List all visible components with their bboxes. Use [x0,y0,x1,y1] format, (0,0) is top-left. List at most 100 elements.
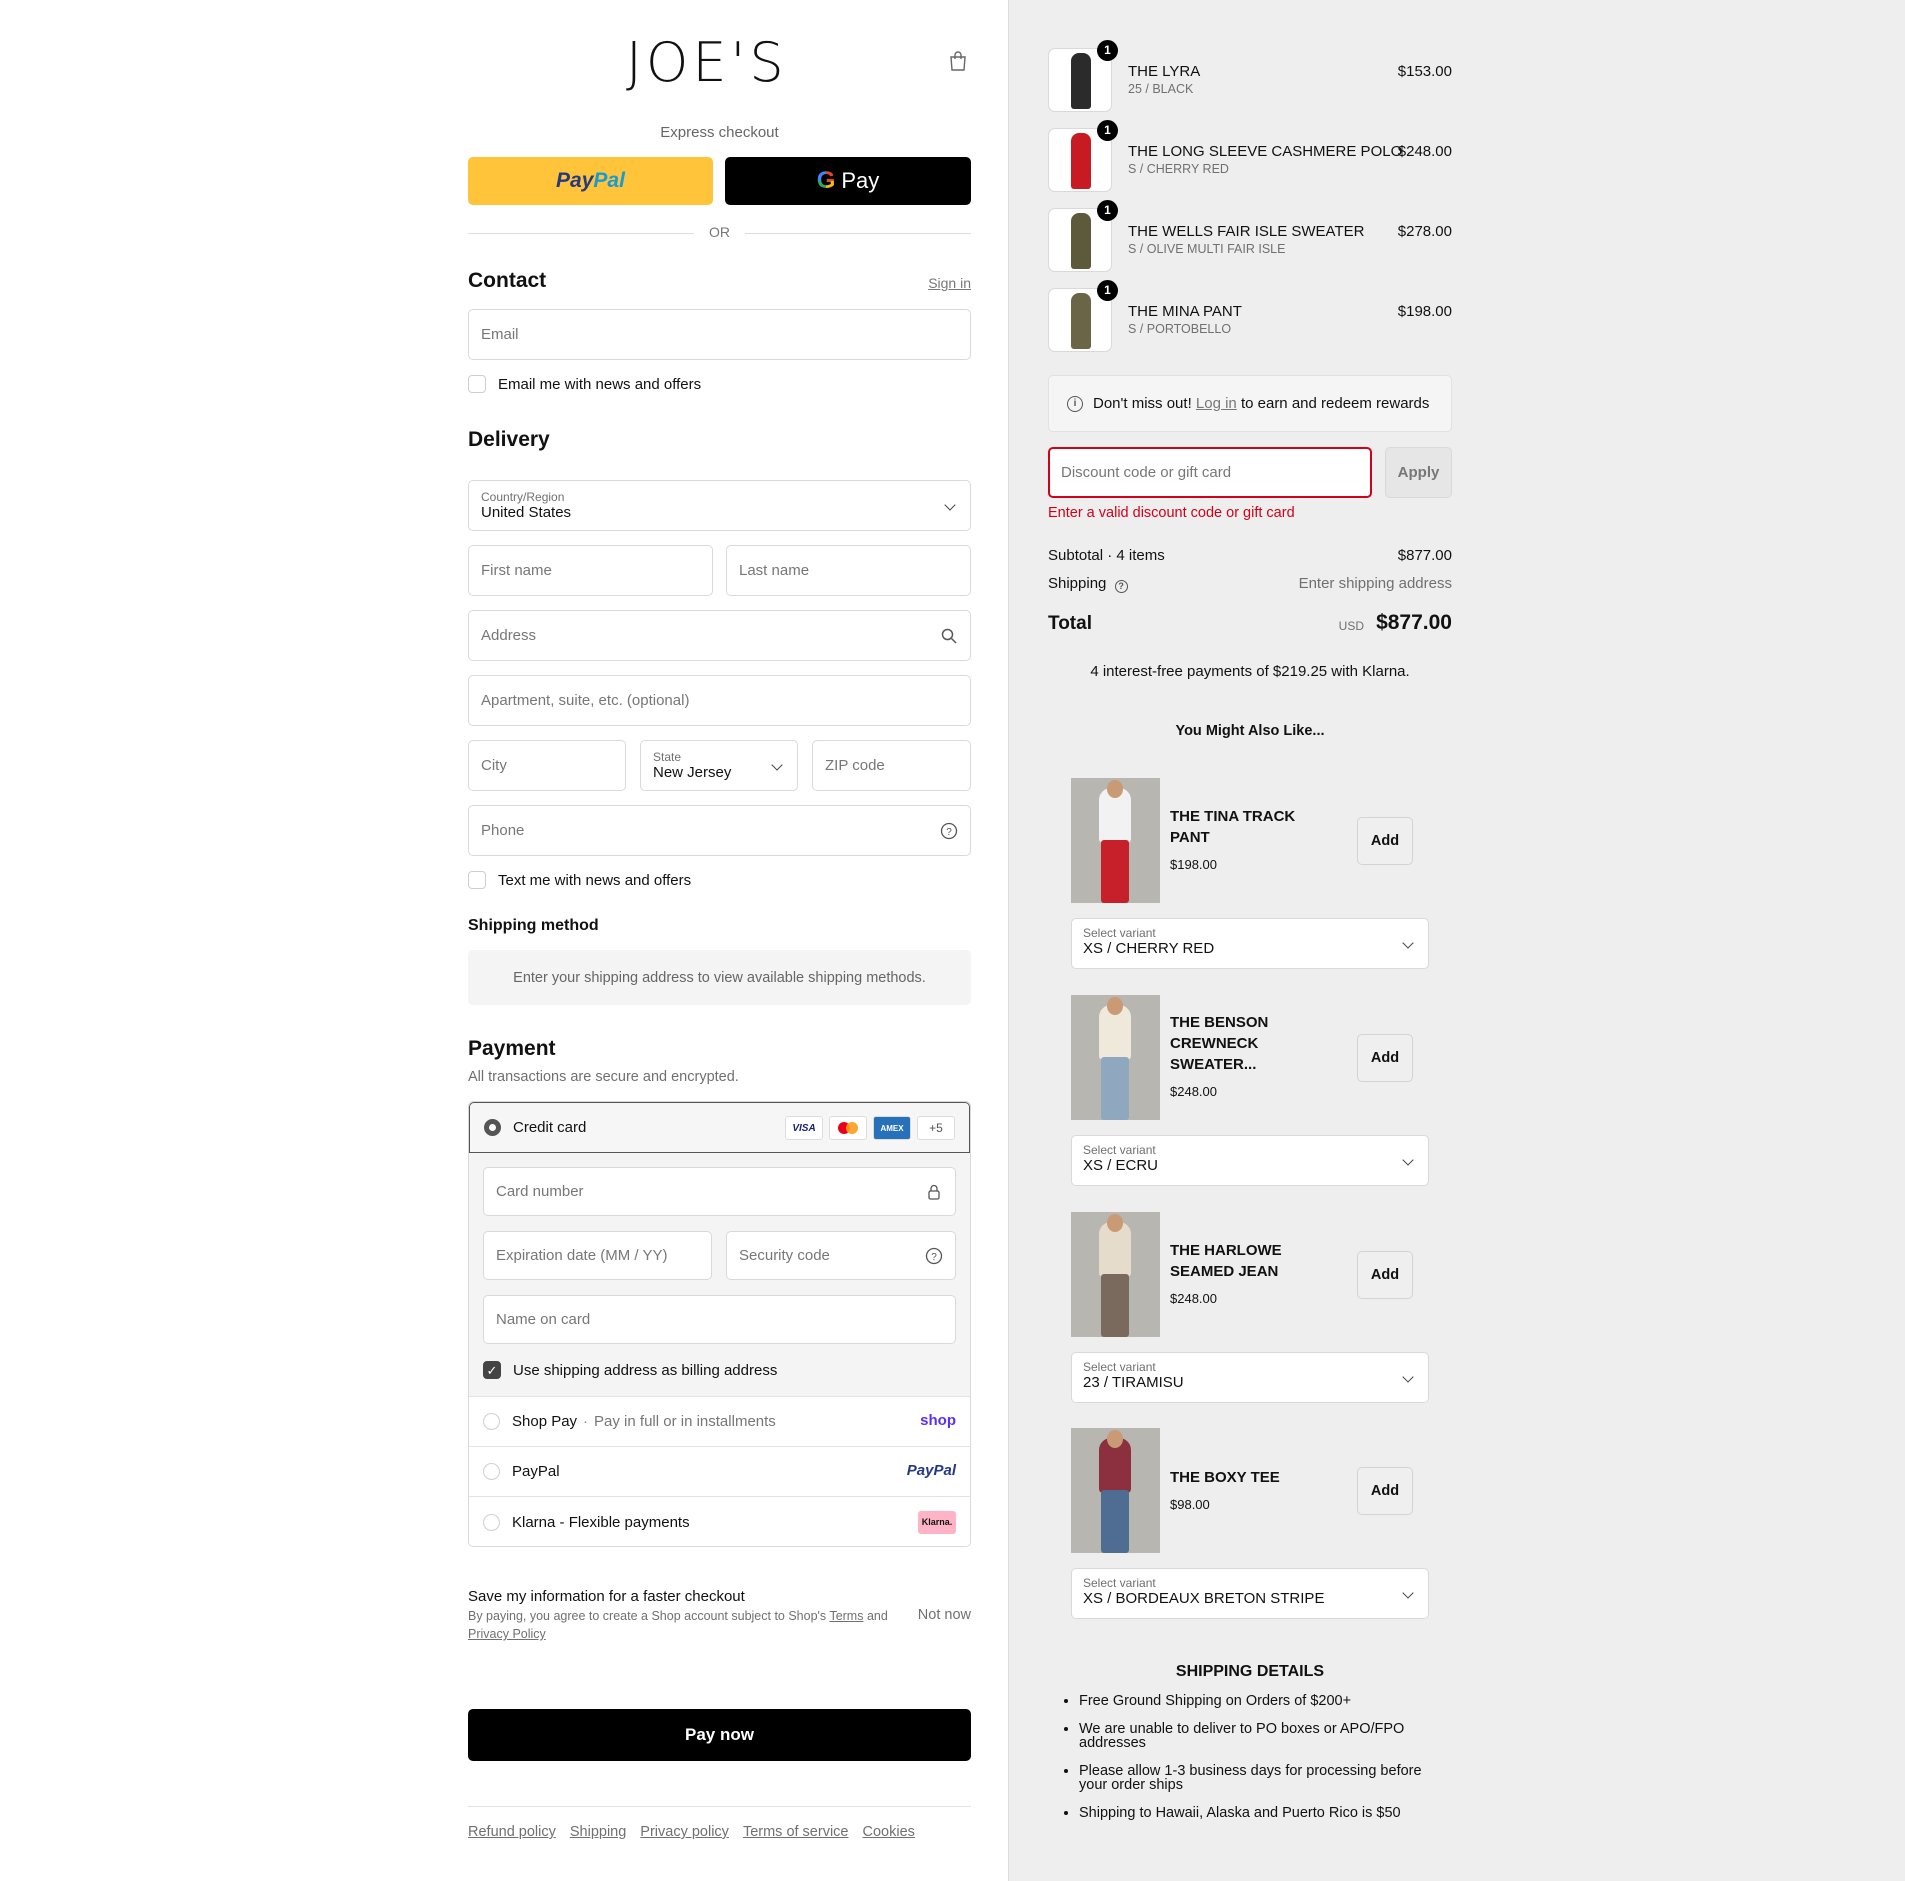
upsell-product-name: THE BOXY TEE [1170,1469,1280,1486]
security-code-field[interactable]: Security code ? [726,1231,956,1280]
privacy-policy-footer-link[interactable]: Privacy policy [640,1824,729,1840]
variant-select[interactable]: Select variant XS / ECRU [1071,1135,1429,1186]
discount-code-input[interactable]: Discount code or gift card [1048,447,1372,498]
shipping-method-title: Shipping method [468,917,599,934]
address-field[interactable]: Address [468,610,971,661]
email-news-checkbox[interactable] [468,375,486,393]
refund-policy-link[interactable]: Refund policy [468,1824,556,1840]
upsell-product: THE BOXY TEE $98.00 Add Select variant X… [1071,1428,1429,1619]
svg-text:?: ? [931,1252,937,1263]
product-image [1071,1428,1160,1553]
express-checkout-label: Express checkout [660,124,779,141]
last-name-field[interactable]: Last name [726,545,971,596]
sign-in-link[interactable]: Sign in [928,275,971,291]
footer-links: Refund policy Shipping Privacy policy Te… [468,1824,915,1840]
item-price: $278.00 [1397,223,1452,240]
mastercard-icon [829,1116,867,1140]
variant-select[interactable]: Select variant 23 / TIRAMISU [1071,1352,1429,1403]
upsell-product-price: $248.00 [1170,1291,1217,1306]
help-circle-icon[interactable]: ? [1114,580,1128,593]
cookies-link[interactable]: Cookies [863,1824,915,1840]
search-icon[interactable] [940,627,958,645]
credit-card-option[interactable]: Credit card VISA AMEX +5 [469,1102,970,1153]
add-button[interactable]: Add [1357,1251,1413,1299]
google-pay-button[interactable]: G Pay [725,157,971,205]
terms-link[interactable]: Terms [829,1609,863,1623]
state-select[interactable]: State New Jersey [640,740,798,791]
first-name-field[interactable]: First name [468,545,713,596]
discount-error: Enter a valid discount code or gift card [1048,505,1295,521]
quantity-badge: 1 [1097,40,1118,61]
billing-same-checkbox[interactable]: ✓ [483,1361,501,1379]
add-button[interactable]: Add [1357,1034,1413,1082]
apply-discount-button[interactable]: Apply [1385,447,1452,498]
quantity-badge: 1 [1097,280,1118,301]
quantity-badge: 1 [1097,200,1118,221]
apartment-field[interactable]: Apartment, suite, etc. (optional) [468,675,971,726]
upsell-product-name: THE BENSON CREWNECK SWEATER... [1170,1014,1269,1073]
email-news-checkbox-row[interactable]: Email me with news and offers [468,375,701,393]
visa-icon: VISA [785,1116,823,1140]
info-icon: i [1067,395,1083,412]
google-g-icon: G [816,167,836,194]
credit-card-form: Card number Expiration date (MM / YY) Se… [469,1153,970,1396]
credit-card-radio[interactable] [484,1119,501,1136]
phone-field[interactable]: Phone ? [468,805,971,856]
shipping-link[interactable]: Shipping [570,1824,626,1840]
add-button[interactable]: Add [1357,817,1413,865]
city-field[interactable]: City [468,740,626,791]
shop-pay-option[interactable]: Shop Pay · Pay in full or in installment… [469,1396,970,1446]
paypal-option[interactable]: PayPal PayPal [469,1446,970,1496]
paypal-express-button[interactable]: Pay Pal [468,157,713,205]
country-select[interactable]: Country/Region United States [468,480,971,531]
help-circle-icon[interactable]: ? [940,822,958,840]
help-circle-icon[interactable]: ? [925,1247,943,1265]
item-price: $248.00 [1397,143,1452,160]
footer-divider [468,1806,971,1807]
variant-select[interactable]: Select variant XS / BORDEAUX BRETON STRI… [1071,1568,1429,1619]
item-price: $153.00 [1397,63,1452,80]
item-variant: S / PORTOBELLO [1128,322,1232,336]
card-number-field[interactable]: Card number [483,1167,956,1216]
zip-field[interactable]: ZIP code [812,740,971,791]
expiry-field[interactable]: Expiration date (MM / YY) [483,1231,712,1280]
product-figure [1071,53,1091,109]
not-now-button[interactable]: Not now [918,1607,971,1623]
klarna-radio[interactable] [483,1513,500,1531]
email-field[interactable]: Email [468,309,971,360]
privacy-policy-link[interactable]: Privacy Policy [468,1627,546,1641]
add-button[interactable]: Add [1357,1467,1413,1515]
save-info-terms: By paying, you agree to create a Shop ac… [468,1609,888,1641]
upsell-product: THE BENSON CREWNECK SWEATER... $248.00 A… [1071,995,1429,1186]
product-image [1071,778,1160,903]
text-news-checkbox[interactable] [468,871,486,889]
shipping-details-list: Free Ground Shipping on Orders of $200+ … [1079,1694,1439,1834]
shop-pay-radio[interactable] [483,1413,500,1430]
delivery-title: Delivery [468,428,550,451]
more-cards-badge: +5 [917,1116,955,1140]
payment-title: Payment [468,1037,556,1060]
billing-same-checkbox-row[interactable]: ✓ Use shipping address as billing addres… [483,1361,777,1379]
paypal-radio[interactable] [483,1463,500,1480]
cart-item: 1 THE LONG SLEEVE CASHMERE POLO S / CHER… [1048,120,1452,192]
payment-methods: Credit card VISA AMEX +5 Card number Exp… [468,1101,971,1547]
item-price: $198.00 [1397,303,1452,320]
text-news-checkbox-row[interactable]: Text me with news and offers [468,871,691,889]
terms-of-service-link[interactable]: Terms of service [743,1824,849,1840]
product-figure [1071,213,1091,269]
contact-title: Contact [468,269,547,292]
name-on-card-field[interactable]: Name on card [483,1295,956,1344]
svg-text:?: ? [946,827,952,838]
pay-now-button[interactable]: Pay now [468,1709,971,1761]
log-in-link[interactable]: Log in [1196,395,1237,412]
upsell-product-name: THE HARLOWE SEAMED JEAN [1170,1242,1282,1280]
shipping-details-title: SHIPPING DETAILS [1175,1663,1325,1680]
variant-select[interactable]: Select variant XS / CHERRY RED [1071,918,1429,969]
subtotal-row: Subtotal · 4 items $877.00 [1048,547,1452,564]
quantity-badge: 1 [1097,120,1118,141]
checkout-form: Express checkout Pay Pal G Pay OR Contact… [468,0,971,1881]
lock-icon [928,1184,940,1200]
card-logos: VISA AMEX +5 [785,1116,955,1140]
klarna-option[interactable]: Klarna - Flexible payments Klarna. [469,1496,970,1546]
payment-subtitle: All transactions are secure and encrypte… [468,1069,739,1085]
